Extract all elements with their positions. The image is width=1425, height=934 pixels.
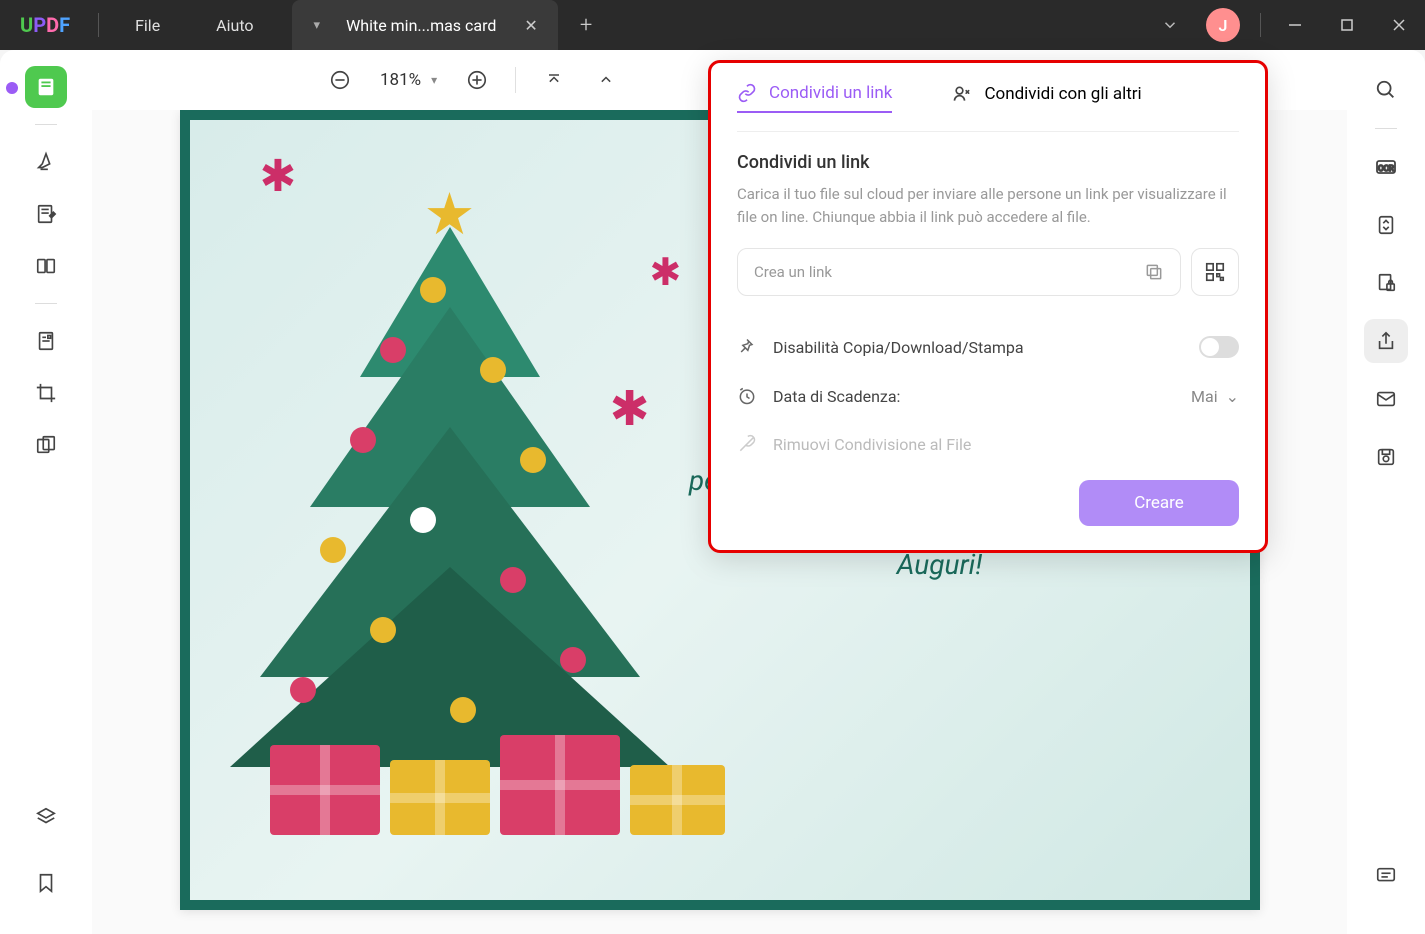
option-label: Disabilità Copia/Download/Stampa [773, 338, 1024, 357]
link-icon [737, 83, 757, 103]
compare-tool-button[interactable] [25, 424, 67, 466]
gift-box [390, 760, 490, 835]
document-tab[interactable]: ▾ White min...mas card ✕ [292, 0, 558, 50]
gift-box [270, 745, 380, 835]
tab-dropdown-icon[interactable]: ▾ [314, 18, 321, 33]
select-value: Mai [1191, 387, 1218, 406]
share-link-row: Crea un link [737, 248, 1239, 296]
qr-code-button[interactable] [1191, 248, 1239, 296]
separator [1260, 13, 1261, 37]
email-button[interactable] [1364, 377, 1408, 421]
toggle-disable-copy[interactable] [1199, 336, 1239, 358]
left-sidebar [0, 50, 92, 934]
zoom-dropdown[interactable]: 181% ▾ [374, 70, 443, 90]
tab-label: Condividi con gli altri [984, 84, 1141, 104]
people-icon [952, 84, 972, 104]
menu-file[interactable]: File [107, 0, 188, 50]
chevron-down-icon: ▾ [431, 73, 437, 87]
pages-tool-button[interactable] [25, 245, 67, 287]
share-panel: Condividi un link Condividi con gli altr… [708, 60, 1268, 553]
option-expiry: Data di Scadenza: Mai ⌄ [737, 372, 1239, 420]
qr-icon [1204, 261, 1226, 283]
share-tabs: Condividi un link Condividi con gli altr… [737, 83, 1239, 132]
highlight-tool-button[interactable] [25, 141, 67, 183]
app-logo: UPDF [0, 13, 90, 37]
user-avatar[interactable]: J [1206, 8, 1240, 42]
separator [98, 13, 99, 37]
gift-box [500, 735, 620, 835]
tree-body [220, 227, 680, 747]
convert-button[interactable] [1364, 203, 1408, 247]
add-tab-button[interactable]: + [558, 13, 614, 38]
chevron-down-icon: ⌄ [1226, 387, 1239, 406]
edit-tool-button[interactable] [25, 193, 67, 235]
titlebar: UPDF File Aiuto ▾ White min...mas card ✕… [0, 0, 1425, 50]
zoom-out-button[interactable] [322, 62, 358, 98]
copy-icon[interactable] [1144, 262, 1164, 282]
protect-button[interactable] [1364, 261, 1408, 305]
separator [1375, 128, 1397, 129]
titlebar-right: J [1146, 0, 1425, 50]
share-section-title: Condividi un link [737, 152, 1239, 173]
layers-button[interactable] [25, 796, 67, 838]
minimize-button[interactable] [1269, 0, 1321, 50]
tab-share-others[interactable]: Condividi con gli altri [952, 83, 1141, 113]
ocr-button[interactable]: OCR [1364, 145, 1408, 189]
pin-icon [737, 337, 757, 357]
unlink-icon [737, 434, 757, 454]
expiry-select[interactable]: Mai ⌄ [1191, 387, 1239, 406]
bookmark-button[interactable] [25, 862, 67, 904]
form-tool-button[interactable] [25, 320, 67, 362]
prev-page-button[interactable] [588, 62, 624, 98]
placeholder-text: Crea un link [754, 263, 832, 281]
option-remove-share: Rimuovi Condivisione al File [737, 420, 1239, 468]
separator [35, 303, 57, 304]
option-disable-copy: Disabilità Copia/Download/Stampa [737, 322, 1239, 372]
tab-label: Condividi un link [769, 83, 892, 103]
zoom-in-button[interactable] [459, 62, 495, 98]
create-button[interactable]: Creare [1079, 480, 1239, 526]
close-icon[interactable]: ✕ [514, 12, 547, 39]
chevron-down-icon[interactable] [1146, 0, 1194, 50]
share-button[interactable] [1364, 319, 1408, 363]
svg-text:OCR: OCR [1378, 164, 1394, 173]
reader-mode-button[interactable] [25, 66, 67, 108]
option-label: Data di Scadenza: [773, 387, 900, 406]
separator [515, 67, 516, 93]
christmas-tree-illustration: ★ [220, 195, 680, 835]
save-button[interactable] [1364, 435, 1408, 479]
close-button[interactable] [1373, 0, 1425, 50]
right-sidebar: OCR [1347, 50, 1425, 934]
option-label: Rimuovi Condivisione al File [773, 435, 971, 454]
clock-icon [737, 386, 757, 406]
search-button[interactable] [1364, 68, 1408, 112]
separator [35, 124, 57, 125]
crop-tool-button[interactable] [25, 372, 67, 414]
tab-name: White min...mas card [338, 16, 496, 35]
right-rail-bottom [1364, 854, 1408, 912]
gift-box [630, 765, 725, 835]
menu-help[interactable]: Aiuto [188, 0, 281, 50]
zoom-value: 181% [380, 70, 421, 90]
first-page-button[interactable] [536, 62, 572, 98]
dock-indicator [6, 82, 18, 94]
comments-button[interactable] [1364, 854, 1408, 898]
left-rail-bottom [25, 796, 67, 914]
tab-share-link[interactable]: Condividi un link [737, 83, 892, 113]
maximize-button[interactable] [1321, 0, 1373, 50]
share-description: Carica il tuo file sul cloud per inviare… [737, 183, 1239, 228]
create-link-input[interactable]: Crea un link [737, 248, 1181, 296]
